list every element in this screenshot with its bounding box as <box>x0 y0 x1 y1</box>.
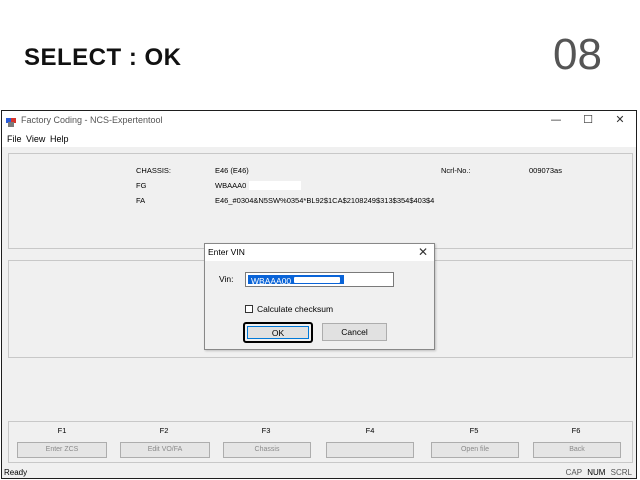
chassis-value: E46 (E46) <box>215 166 249 175</box>
f1-label: F1 <box>57 426 67 435</box>
menu-help[interactable]: Help <box>50 134 69 144</box>
fg-label: FG <box>136 181 147 190</box>
num-indicator: NUM <box>587 468 606 477</box>
fa-value: E46_#0304&N5SW%0354*BL92$1CA$2108249$313… <box>215 196 435 205</box>
dialog-titlebar: Enter VIN ✕ <box>205 244 434 261</box>
slide-title: SELECT : OK <box>24 44 182 71</box>
vin-input[interactable]: WBAAA00 <box>245 272 394 287</box>
ncrl-value: 009073as <box>529 166 562 175</box>
scrl-indicator: SCRL <box>610 468 632 477</box>
enter-vin-dialog: Enter VIN ✕ Vin: WBAAA00 Calculate check… <box>204 243 435 350</box>
slide-number: 08 <box>553 30 602 79</box>
cancel-button[interactable]: Cancel <box>322 323 387 341</box>
f3-label: F3 <box>261 426 271 435</box>
vin-value: WBAAA00 <box>251 276 292 286</box>
chassis-label: CHASSIS: <box>136 166 172 175</box>
window-titlebar: Factory Coding - NCS-Expertentool — ☐ ✕ <box>2 111 636 131</box>
function-key-bar: F1 Enter ZCS F2 Edit VO/FA F3 Chassis F4… <box>8 421 633 463</box>
back-button[interactable]: Back <box>533 442 621 458</box>
f4-button[interactable] <box>326 442 414 458</box>
f2-label: F2 <box>159 426 169 435</box>
fa-label: FA <box>136 196 146 205</box>
edit-vo-fa-button[interactable]: Edit VO/FA <box>120 442 210 458</box>
open-file-button[interactable]: Open file <box>431 442 519 458</box>
status-bar: Ready CAP NUM SCRL <box>2 466 636 479</box>
ncrl-label: Ncrl-No.: <box>441 166 471 175</box>
app-icon <box>6 115 18 127</box>
chassis-button[interactable]: Chassis <box>223 442 311 458</box>
status-indicators: CAP NUM SCRL <box>566 468 632 477</box>
f6-label: F6 <box>571 426 581 435</box>
calculate-checksum-label: Calculate checksum <box>257 304 334 314</box>
menu-bar: File View Help <box>2 131 636 147</box>
vin-selection: WBAAA00 <box>248 275 344 286</box>
f4-label: F4 <box>365 426 375 435</box>
vehicle-info-panel: CHASSIS: E46 (E46) FG WBAAA0 FA E46_#030… <box>8 153 633 249</box>
status-text: Ready <box>4 468 28 477</box>
dialog-close-icon[interactable]: ✕ <box>418 245 428 259</box>
fg-value: WBAAA0 <box>215 181 247 190</box>
ok-button-label: OK <box>247 326 309 339</box>
menu-file[interactable]: File <box>7 134 22 144</box>
ok-button[interactable]: OK <box>243 322 313 343</box>
vin-label: Vin: <box>219 274 234 284</box>
cap-indicator: CAP <box>565 468 582 477</box>
minimize-button[interactable]: — <box>546 113 566 127</box>
redaction-block <box>294 277 340 283</box>
f5-label: F5 <box>469 426 479 435</box>
menu-view[interactable]: View <box>26 134 45 144</box>
dialog-title: Enter VIN <box>208 247 245 257</box>
enter-zcs-button[interactable]: Enter ZCS <box>17 442 107 458</box>
calculate-checksum-checkbox[interactable] <box>245 305 253 313</box>
close-button[interactable]: ✕ <box>610 113 630 127</box>
maximize-button[interactable]: ☐ <box>578 113 598 127</box>
redaction-block <box>249 181 301 190</box>
window-title: Factory Coding - NCS-Expertentool <box>21 115 163 125</box>
